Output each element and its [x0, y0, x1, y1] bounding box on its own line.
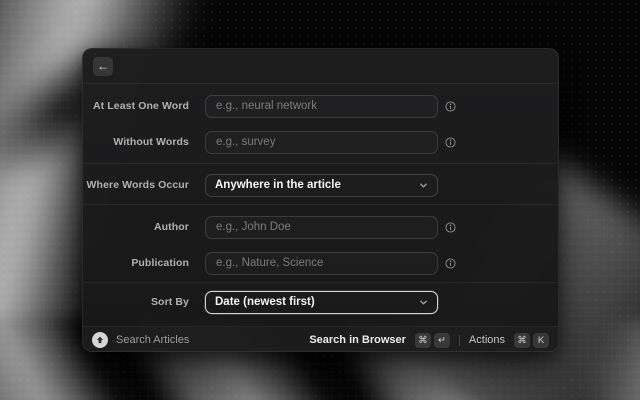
cmd-key-badge: ⌘ — [415, 333, 431, 348]
form-row-author: Author — [83, 209, 558, 245]
field-label: Sort By — [83, 296, 189, 308]
return-key-badge: ↵ — [434, 333, 450, 348]
extension-icon — [92, 332, 108, 348]
field-label: Author — [83, 221, 189, 233]
form-group-occurrence: Where Words Occur Anywhere in the articl… — [83, 164, 558, 205]
form-group-source: Author Publication — [83, 205, 558, 283]
author-input[interactable] — [205, 216, 438, 239]
dropdown-value: Date (newest first) — [215, 296, 315, 308]
info-icon[interactable] — [445, 137, 465, 148]
back-button[interactable]: ← — [93, 57, 113, 76]
chevron-down-icon — [419, 298, 428, 307]
raycast-window: ← At Least One Word Without Words — [82, 48, 559, 352]
search-form: At Least One Word Without Words — [83, 84, 558, 327]
dropdown-value: Anywhere in the article — [215, 179, 341, 191]
form-row-where-words-occur: Where Words Occur Anywhere in the articl… — [83, 167, 558, 203]
info-icon[interactable] — [445, 101, 465, 112]
form-row-at-least-one-word: At Least One Word — [83, 88, 558, 124]
footer-divider — [459, 335, 460, 346]
k-key-badge: K — [533, 333, 549, 348]
chevron-down-icon — [419, 181, 428, 190]
actions-menu-button[interactable]: Actions — [469, 334, 505, 346]
field-label: Publication — [83, 257, 189, 269]
publication-input[interactable] — [205, 252, 438, 275]
info-icon[interactable] — [445, 258, 465, 269]
field-label: At Least One Word — [83, 100, 189, 112]
form-row-publication: Publication — [83, 245, 558, 281]
form-group-sort: Sort By Date (newest first) — [83, 283, 558, 327]
field-label: Where Words Occur — [83, 179, 189, 191]
command-title: Search Articles — [116, 334, 189, 346]
form-row-sort-by: Sort By Date (newest first) — [83, 284, 558, 320]
window-header: ← — [83, 49, 558, 84]
at-least-one-word-input[interactable] — [205, 95, 438, 118]
sort-by-dropdown[interactable]: Date (newest first) — [205, 291, 438, 314]
search-in-browser-action[interactable]: Search in Browser — [309, 334, 406, 346]
info-icon[interactable] — [445, 222, 465, 233]
back-arrow-icon: ← — [97, 60, 109, 72]
screen: ← At Least One Word Without Words — [0, 0, 640, 400]
cmd-key-badge: ⌘ — [514, 333, 530, 348]
form-row-without-words: Without Words — [83, 124, 558, 160]
form-group-keywords: At Least One Word Without Words — [83, 84, 558, 164]
action-bar: Search Articles Search in Browser ⌘ ↵ Ac… — [83, 327, 558, 352]
where-words-occur-dropdown[interactable]: Anywhere in the article — [205, 174, 438, 197]
without-words-input[interactable] — [205, 131, 438, 154]
field-label: Without Words — [83, 136, 189, 148]
